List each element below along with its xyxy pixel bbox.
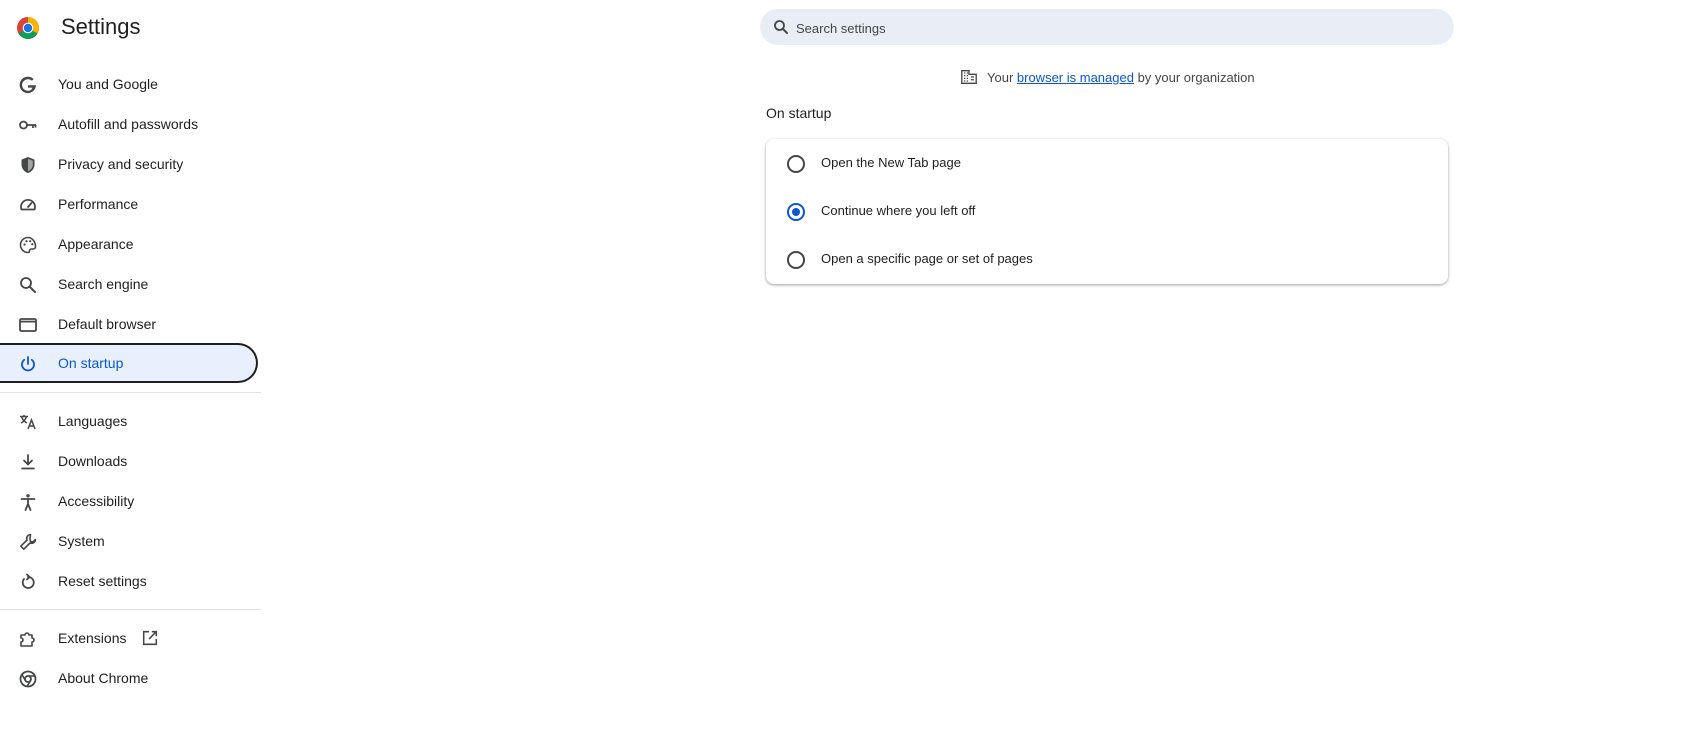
sidebar-item-label: You and Google — [58, 76, 158, 92]
search-icon — [20, 277, 36, 293]
accessibility-icon — [20, 494, 36, 511]
reset-icon — [21, 573, 35, 589]
sidebar-item-label: Privacy and security — [58, 156, 184, 172]
sidebar-item-label: Downloads — [58, 453, 128, 469]
sidebar-item-label: Performance — [58, 196, 139, 212]
sidebar-item-privacy[interactable]: Privacy and security — [0, 144, 258, 184]
browser-window-icon — [19, 318, 37, 332]
option-label: Open the New Tab page — [821, 155, 961, 170]
sidebar-item-accessibility[interactable]: Accessibility — [0, 481, 258, 521]
speedometer-icon — [20, 199, 36, 211]
sidebar-item-label: On startup — [58, 355, 124, 371]
option-new-tab-page[interactable]: Open the New Tab page — [766, 139, 1448, 187]
option-specific-pages[interactable]: Open a specific page or set of pages — [766, 235, 1448, 283]
key-icon — [19, 120, 37, 130]
sidebar-divider — [0, 392, 261, 393]
sidebar-item-default-browser[interactable]: Default browser — [0, 304, 258, 344]
radio-button[interactable] — [787, 251, 805, 269]
sidebar-item-about-chrome[interactable]: About Chrome — [0, 658, 258, 698]
section-title: On startup — [766, 105, 832, 121]
sidebar-item-label: Reset settings — [58, 573, 147, 589]
puzzle-icon — [20, 632, 35, 647]
power-icon — [21, 356, 35, 372]
option-label: Open a specific page or set of pages — [821, 251, 1033, 266]
sidebar-item-you-and-google[interactable]: You and Google — [0, 64, 258, 104]
wrench-icon — [20, 533, 37, 550]
option-label: Continue where you left off — [821, 203, 976, 218]
startup-options-card: Open the New Tab page Continue where you… — [766, 139, 1448, 284]
sidebar-item-languages[interactable]: Languages — [0, 401, 258, 441]
palette-icon — [19, 236, 37, 254]
sidebar-item-search-engine[interactable]: Search engine — [0, 264, 258, 304]
sidebar-item-system[interactable]: System — [0, 521, 258, 561]
sidebar-item-label: Autofill and passwords — [58, 116, 199, 132]
sidebar-item-label: Extensions — [58, 630, 127, 646]
open-in-new-icon — [142, 630, 158, 646]
sidebar-item-label: Accessibility — [58, 493, 135, 509]
download-icon — [21, 454, 35, 470]
sidebar-item-label: Search engine — [58, 276, 149, 292]
search-icon — [774, 20, 788, 34]
settings-header: Settings — [0, 0, 1694, 56]
sidebar-item-label: Appearance — [58, 236, 134, 252]
sidebar-item-autofill[interactable]: Autofill and passwords — [0, 104, 258, 144]
managed-browser-link[interactable]: browser is managed — [1017, 70, 1134, 85]
shield-icon — [21, 157, 35, 173]
google-g-icon — [19, 76, 36, 94]
sidebar-item-label: System — [58, 533, 105, 549]
sidebar-item-on-startup[interactable]: On startup — [0, 343, 258, 383]
chrome-outline-icon — [19, 670, 37, 688]
sidebar-item-label: About Chrome — [58, 670, 149, 686]
sidebar-item-extensions[interactable]: Extensions — [0, 618, 258, 658]
search-input[interactable] — [794, 9, 1438, 47]
managed-notice-text: Your browser is managed by your organiza… — [987, 70, 1255, 85]
building-icon — [961, 70, 977, 84]
page-title: Settings — [61, 14, 141, 39]
sidebar-item-label: Languages — [58, 413, 128, 429]
sidebar-item-downloads[interactable]: Downloads — [0, 441, 258, 481]
radio-button-checked[interactable] — [787, 203, 805, 221]
chrome-logo-icon — [17, 17, 39, 39]
sidebar-item-label: Default browser — [58, 316, 157, 332]
radio-button[interactable] — [787, 155, 805, 173]
search-bar[interactable] — [760, 9, 1454, 47]
sidebar-item-reset-settings[interactable]: Reset settings — [0, 561, 258, 601]
sidebar-item-performance[interactable]: Performance — [0, 184, 258, 224]
translate-icon — [20, 415, 36, 430]
sidebar-item-appearance[interactable]: Appearance — [0, 224, 258, 264]
sidebar-divider — [0, 609, 261, 610]
option-continue-where-left-off[interactable]: Continue where you left off — [766, 187, 1448, 235]
